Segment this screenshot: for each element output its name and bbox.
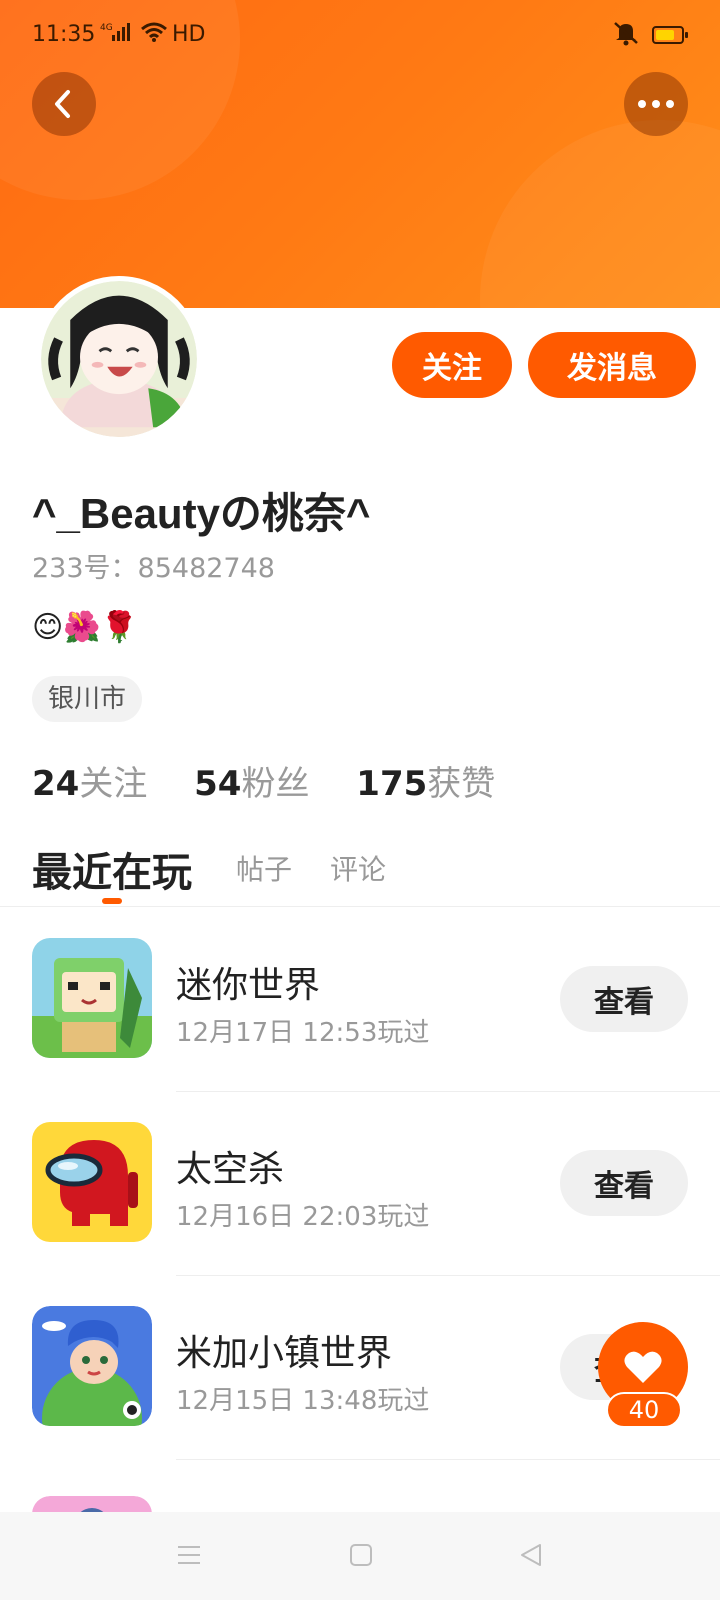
- home-square-icon[interactable]: [346, 1540, 376, 1570]
- more-button[interactable]: [624, 72, 688, 136]
- last-played-time: 12月16日 22:03玩过: [176, 1202, 430, 1232]
- game-name: 米加小镇世界: [176, 1333, 393, 1374]
- game-icon-among-us: [32, 1122, 152, 1242]
- battery-icon: [652, 26, 688, 44]
- stat-number: 24: [32, 764, 80, 804]
- tab-posts[interactable]: 帖子: [236, 848, 292, 888]
- stat-following[interactable]: 24关注: [32, 756, 147, 805]
- game-list-item[interactable]: 太空杀 12月16日 22:03玩过 查看: [0, 1092, 720, 1276]
- last-played-time: 12月17日 12:53玩过: [176, 1018, 430, 1048]
- game-name: 迷你世界: [176, 965, 321, 1006]
- location-tag: 银川市: [32, 676, 143, 722]
- wifi-icon: [140, 21, 168, 49]
- avatar[interactable]: [36, 276, 202, 442]
- game-list-item[interactable]: 迷你世界 12月17日 12:53玩过 查看: [0, 908, 720, 1092]
- stat-likes[interactable]: 175获赞: [356, 756, 495, 805]
- stat-label: 粉丝: [241, 764, 310, 804]
- svg-text:4G: 4G: [100, 23, 113, 33]
- game-icon-mini-world: [32, 938, 152, 1058]
- avatar-image: [41, 281, 197, 437]
- last-played-time: 12月15日 13:48玩过: [176, 1386, 430, 1416]
- username: ^_Beautyの桃奈^: [32, 490, 371, 537]
- back-triangle-icon[interactable]: [516, 1540, 546, 1570]
- stat-followers[interactable]: 54粉丝: [194, 756, 309, 805]
- stat-number: 175: [356, 764, 428, 804]
- chevron-left-icon: [55, 90, 70, 118]
- active-tab-indicator: [102, 898, 122, 904]
- tab-recently-played[interactable]: 最近在玩: [32, 840, 192, 898]
- view-game-button[interactable]: 查看: [560, 966, 688, 1032]
- status-bar: 11:35 4G HD: [0, 18, 720, 54]
- menu-icon[interactable]: [174, 1540, 204, 1570]
- user-bio: 😊🌺🌹: [32, 610, 138, 645]
- back-button[interactable]: [32, 72, 96, 136]
- profile-header: 11:35 4G HD: [0, 0, 720, 308]
- profile-stats: 24关注 54粉丝 175获赞: [32, 756, 531, 805]
- game-icon-partial: [32, 1496, 152, 1512]
- mute-bell-icon: [612, 20, 640, 52]
- system-navigation-bar: [0, 1512, 720, 1600]
- stat-label: 获赞: [427, 764, 496, 804]
- more-horizontal-icon: [638, 100, 674, 108]
- tab-comments[interactable]: 评论: [330, 848, 386, 888]
- view-game-button[interactable]: 查看: [560, 1150, 688, 1216]
- header-decoration: [480, 120, 720, 308]
- stat-label: 关注: [79, 764, 148, 804]
- game-name: 太空杀: [176, 1149, 285, 1190]
- user-id: 233号：85482748: [32, 553, 275, 584]
- divider: [0, 906, 720, 907]
- signal-icon: 4G: [100, 21, 132, 48]
- stat-number: 54: [194, 764, 242, 804]
- heart-icon: [624, 1351, 662, 1383]
- follow-button[interactable]: 关注: [392, 332, 512, 398]
- like-count-badge: 40: [606, 1392, 682, 1428]
- game-list-item[interactable]: [0, 1460, 720, 1512]
- hd-indicator: HD: [172, 22, 206, 47]
- status-time: 11:35: [32, 22, 96, 47]
- send-message-button[interactable]: 发消息: [528, 332, 696, 398]
- game-icon-miga-town: [32, 1306, 152, 1426]
